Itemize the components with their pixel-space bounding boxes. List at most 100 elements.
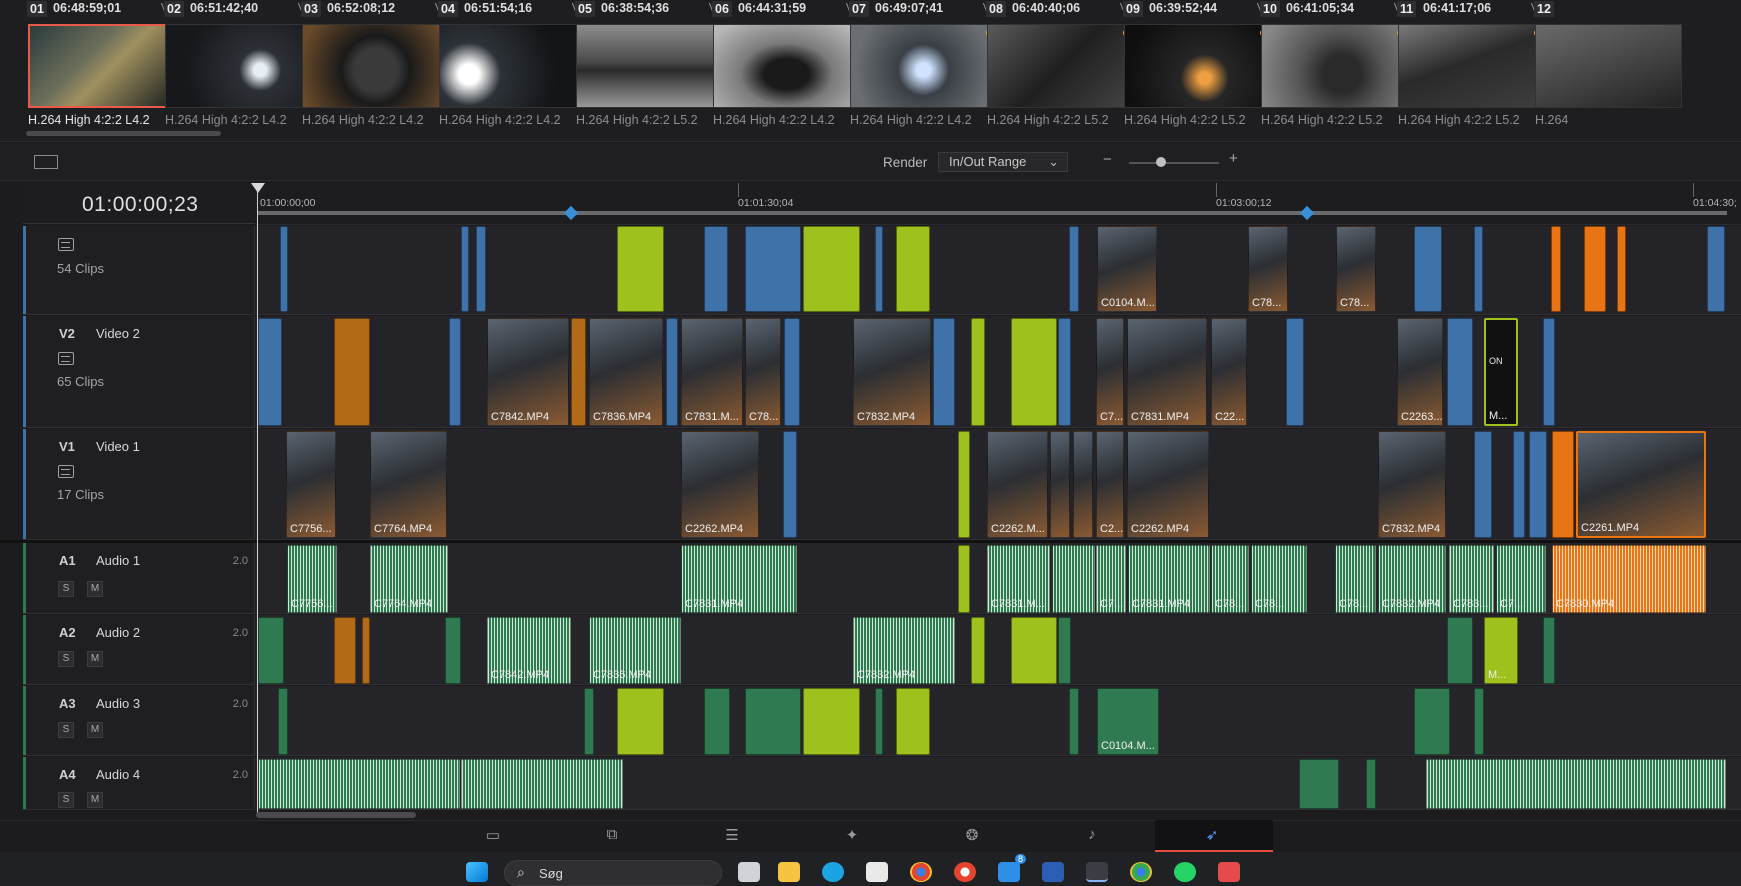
solo-button[interactable]: S [58, 792, 74, 808]
timeline-clip[interactable]: C2261.MP4 [1576, 431, 1706, 538]
audio-clip[interactable]: C7831.M... [987, 545, 1050, 613]
timeline-clip[interactable] [1617, 226, 1626, 312]
timeline-clip[interactable] [704, 226, 728, 312]
timeline-view-options-icon[interactable] [34, 155, 58, 169]
thumbnail-scrollbar[interactable] [26, 131, 221, 136]
track-name[interactable]: Video 2 [96, 326, 140, 341]
timeline-clip[interactable]: C2262.M... [987, 431, 1048, 538]
solo-button[interactable]: S [58, 581, 74, 597]
timeline-clip[interactable] [875, 226, 883, 312]
track-header-v3[interactable]: 54 Clips [23, 226, 255, 315]
in-out-range-bar[interactable] [257, 211, 1727, 215]
track-lane-a2[interactable] [256, 615, 1741, 685]
timeline-clip[interactable] [803, 226, 860, 312]
timeline-clip[interactable]: C7831.MP4 [1127, 318, 1207, 426]
audio-clip[interactable] [875, 688, 883, 755]
zoom-slider-handle[interactable] [1156, 157, 1166, 167]
thumbnail-01[interactable]: 0106:48:59;01V2 H.264 High 4:2:2 L4.2 [26, 0, 177, 132]
timeline-timecode[interactable]: 01:00:00;23 [82, 193, 198, 217]
audio-clip[interactable] [584, 688, 594, 755]
playhead-handle[interactable] [251, 183, 265, 193]
audio-clip[interactable] [958, 545, 970, 613]
timeline-clip[interactable]: C7832.MP4 [853, 318, 931, 426]
timeline-clip[interactable] [958, 431, 970, 538]
audio-clip[interactable]: C78... [1251, 545, 1307, 613]
timeline-clip[interactable]: ON M... [1484, 318, 1518, 426]
chrome-icon[interactable] [910, 862, 932, 882]
audio-clip[interactable]: M... [1484, 617, 1518, 684]
audio-clip[interactable] [1058, 617, 1071, 684]
media-page-icon[interactable]: ▭ [481, 826, 505, 846]
audio-clip[interactable] [1426, 759, 1726, 809]
timeline-clip[interactable] [461, 226, 469, 312]
mail-icon[interactable]: 8 [998, 854, 1026, 882]
timeline-clip[interactable]: C7831.M... [681, 318, 743, 426]
fusion-page-icon[interactable]: ✦ [840, 826, 864, 846]
track-lane-v2[interactable] [256, 316, 1741, 428]
track-name[interactable]: Video 1 [96, 439, 140, 454]
deliver-page-icon[interactable]: ➶ [1200, 826, 1224, 846]
timeline-clip[interactable] [1011, 318, 1057, 426]
timeline-clip[interactable] [1551, 226, 1561, 312]
timeline-clip[interactable]: C7756... [286, 431, 336, 538]
timeline-clip[interactable]: C2262.MP4 [1127, 431, 1209, 538]
app-icon[interactable] [1218, 862, 1240, 882]
audio-clip[interactable]: C7830.MP4 [1552, 545, 1706, 613]
audio-clip[interactable] [803, 688, 860, 755]
audio-clip[interactable]: C7... [1496, 545, 1546, 613]
track-header-a4[interactable]: A4 Audio 4 2.0 S M [23, 757, 255, 810]
mute-button[interactable]: M [87, 651, 103, 667]
thumbnail-02[interactable]: 0206:51:42;40V2 H.264 High 4:2:2 L4.2 [163, 0, 314, 132]
thumbnail-08[interactable]: 0806:40:40;06V2 H.264 High 4:2:2 L5.2 [985, 0, 1136, 132]
timeline-clip[interactable]: C0104.M... [1097, 226, 1157, 312]
audio-clip[interactable] [1052, 545, 1095, 613]
track-header-v1[interactable]: V1 Video 1 17 Clips [23, 429, 255, 540]
timeline-clip[interactable] [896, 226, 930, 312]
mute-button[interactable]: M [87, 792, 103, 808]
timeline-clip[interactable] [1513, 431, 1525, 538]
audio-clip[interactable] [745, 688, 801, 755]
audio-clip[interactable]: C0104.M... [1097, 688, 1159, 755]
thumbnail-06[interactable]: 0606:44:31;59V1 H.264 High 4:2:2 L4.2 [711, 0, 862, 132]
audio-clip[interactable]: C7832.MP4 [853, 617, 955, 684]
task-view-icon[interactable] [738, 862, 760, 882]
timeline-clip[interactable]: C2263... [1397, 318, 1443, 426]
audio-clip[interactable]: C7832.MP4 [1378, 545, 1446, 613]
track-header-a3[interactable]: A3 Audio 3 2.0 S M [23, 686, 255, 756]
audio-clip[interactable] [1447, 617, 1473, 684]
timeline-clip[interactable] [1552, 431, 1574, 538]
timeline-clip[interactable]: C78... [1248, 226, 1288, 312]
timeline-clip[interactable] [1707, 226, 1725, 312]
audio-clip[interactable] [1366, 759, 1376, 809]
timeline-clip[interactable] [1050, 431, 1070, 538]
timeline-clip[interactable] [1474, 431, 1492, 538]
render-range-dropdown[interactable]: In/Out Range ⌄ [938, 152, 1068, 172]
playhead-line[interactable] [257, 183, 258, 813]
audio-clip[interactable] [445, 617, 461, 684]
audio-clip[interactable]: C7836.MP4 [589, 617, 681, 684]
audio-clip[interactable] [1011, 617, 1057, 684]
cut-page-icon[interactable]: ⧉ [600, 826, 624, 846]
audio-clip[interactable]: C7831.MP4 [1128, 545, 1210, 613]
timeline-clip[interactable] [1069, 226, 1079, 312]
audio-clip[interactable]: C7756... [287, 545, 337, 613]
windows-start-icon[interactable] [466, 862, 488, 882]
timeline-clip[interactable]: C78... [745, 318, 781, 426]
audio-clip[interactable]: C78... [1335, 545, 1376, 613]
timeline-clip[interactable] [1058, 318, 1071, 426]
audio-clip[interactable] [278, 688, 288, 755]
timeline-clip[interactable]: C78... [1336, 226, 1376, 312]
timeline-clip[interactable]: C7832.MP4 [1378, 431, 1446, 538]
audio-clip[interactable] [258, 617, 284, 684]
timeline-scrollbar[interactable] [256, 812, 416, 818]
audio-clip[interactable]: C7831.MP4 [681, 545, 797, 613]
timeline-clip[interactable]: C22... [1211, 318, 1247, 426]
thumbnail-05[interactable]: 0506:38:54;36V3 H.264 High 4:2:2 L5.2 [574, 0, 725, 132]
timeline-clip[interactable] [1543, 318, 1555, 426]
audio-clip[interactable] [362, 617, 370, 684]
fairlight-page-icon[interactable]: ♪ [1080, 826, 1104, 846]
file-explorer-icon[interactable] [778, 862, 800, 882]
timeline-ruler[interactable]: 01:00:00;00 01:01:30;04 01:03:00;12 01:0… [256, 183, 1741, 225]
chrome-profile-icon[interactable] [954, 862, 976, 882]
timeline-clip[interactable] [1474, 226, 1483, 312]
